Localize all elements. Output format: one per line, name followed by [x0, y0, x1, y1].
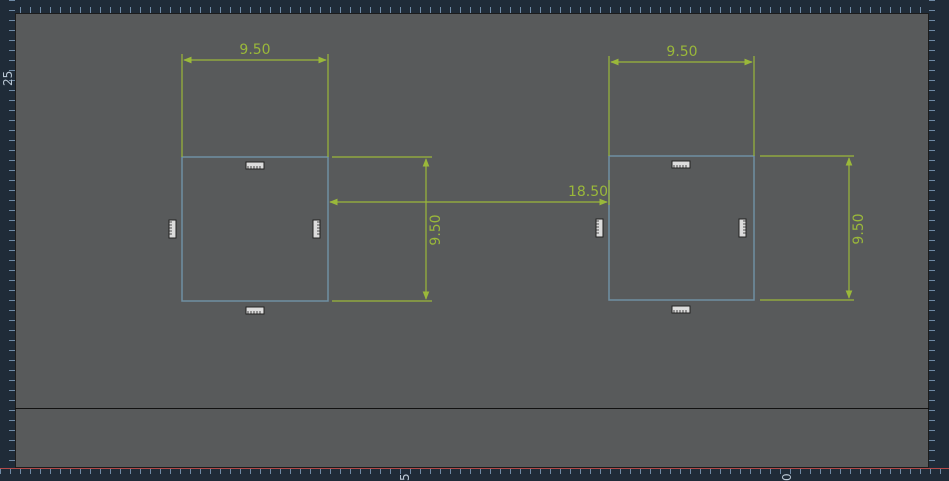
resize-handle-icon[interactable]: [671, 160, 691, 169]
right-width-dimension-label: 9.50: [666, 44, 697, 60]
right-height-dimension[interactable]: [760, 155, 854, 301]
right-height-dimension-label: 9.50: [851, 213, 867, 244]
left-width-dimension[interactable]: [181, 54, 329, 157]
right-square-shape[interactable]: [608, 155, 755, 301]
left-square-shape[interactable]: [181, 156, 329, 302]
left-height-dimension-label: 9.50: [428, 214, 444, 245]
left-square-handles[interactable]: [168, 161, 321, 315]
left-width-dimension-label: 9.50: [239, 42, 270, 58]
resize-handle-icon[interactable]: [312, 219, 321, 239]
resize-handle-icon[interactable]: [738, 218, 747, 238]
left-height-dimension[interactable]: [332, 156, 432, 302]
resize-handle-icon[interactable]: [595, 218, 604, 238]
drawing-overlay: 9.50 9.50 18.50 9.50 9.50: [168, 42, 867, 315]
gap-dimension-label: 18.50: [568, 184, 608, 200]
resize-handle-icon[interactable]: [245, 306, 265, 315]
resize-handle-icon[interactable]: [671, 305, 691, 314]
resize-handle-icon[interactable]: [168, 219, 177, 239]
right-width-dimension[interactable]: [608, 56, 755, 156]
right-square-handles[interactable]: [595, 160, 747, 314]
resize-handle-icon[interactable]: [245, 161, 265, 170]
